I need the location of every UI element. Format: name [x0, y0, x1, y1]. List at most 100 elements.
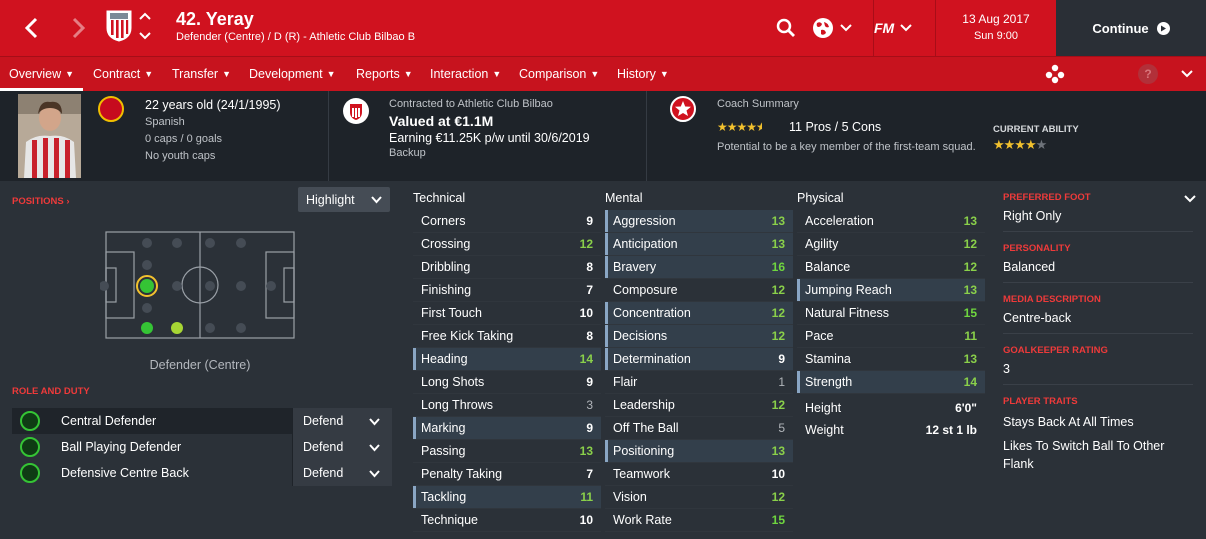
fm-logo: FM — [874, 20, 895, 36]
chevron-down-icon — [840, 24, 852, 32]
attribute-row[interactable]: Decisions 12 — [605, 325, 793, 348]
attribute-row[interactable]: Jumping Reach 13 — [797, 279, 985, 302]
attribute-row[interactable]: Technique 10 — [413, 509, 601, 532]
player-trait: Likes To Switch Ball To Other Flank — [1003, 439, 1165, 471]
role-row[interactable]: Ball Playing Defender Defend — [12, 434, 392, 460]
attribute-row[interactable]: Determination 9 — [605, 348, 793, 371]
attribute-name: Bravery — [613, 260, 657, 274]
attribute-row[interactable]: Teamwork 10 — [605, 463, 793, 486]
club-switch-arrows-icon[interactable] — [138, 12, 152, 40]
role-suitability-icon — [20, 411, 40, 431]
attribute-row[interactable]: Acceleration 13 — [797, 210, 985, 233]
attribute-row[interactable]: Marking 9 — [413, 417, 601, 440]
attribute-row[interactable]: Work Rate 15 — [605, 509, 793, 532]
attribute-row[interactable]: Penalty Taking 7 — [413, 463, 601, 486]
duty-dropdown[interactable]: Defend — [292, 434, 392, 460]
continue-button[interactable]: Continue — [1056, 0, 1206, 56]
attribute-value: 8 — [586, 260, 593, 274]
forward-arrow-icon[interactable] — [62, 8, 96, 48]
club-crest-icon[interactable] — [106, 10, 132, 42]
goalkeeper-rating-value: 3 — [1003, 362, 1010, 376]
attribute-name: Pace — [805, 329, 834, 343]
weight-label: Weight — [805, 423, 844, 437]
attribute-row[interactable]: Crossing 12 — [413, 233, 601, 256]
tab-label: Reports — [356, 67, 400, 81]
attribute-row[interactable]: Concentration 12 — [605, 302, 793, 325]
role-suitability-icon — [20, 463, 40, 483]
attribute-name: Strength — [805, 375, 853, 389]
attribute-row[interactable]: Leadership 12 — [605, 394, 793, 417]
attribute-row[interactable]: Dribbling 8 — [413, 256, 601, 279]
attribute-row[interactable]: Vision 12 — [605, 486, 793, 509]
tab-overview[interactable]: Overview ▼ — [0, 57, 84, 91]
attribute-row[interactable]: Flair 1 — [605, 371, 793, 394]
tab-contract[interactable]: Contract ▼ — [93, 57, 153, 91]
squad-status: Backup — [389, 147, 426, 159]
tab-transfer[interactable]: Transfer ▼ — [172, 57, 231, 91]
attribute-row[interactable]: Long Shots 9 — [413, 371, 601, 394]
attribute-row[interactable]: Aggression 13 — [605, 210, 793, 233]
fm-menu-button[interactable]: FM — [874, 12, 926, 44]
attribute-row[interactable]: Tackling 11 — [413, 486, 601, 509]
attribute-row[interactable]: Corners 9 — [413, 210, 601, 233]
player-nationality[interactable]: Spanish — [145, 116, 185, 128]
back-arrow-icon[interactable] — [14, 8, 48, 48]
tab-reports[interactable]: Reports ▼ — [356, 57, 413, 91]
attribute-row[interactable]: Stamina 13 — [797, 348, 985, 371]
attribute-value: 12 — [771, 329, 785, 343]
nationality-flag-icon — [98, 96, 124, 122]
chevron-down-icon: ▼ — [492, 69, 502, 79]
tab-comparison[interactable]: Comparison ▼ — [519, 57, 599, 91]
attribute-row[interactable]: Anticipation 13 — [605, 233, 793, 256]
attribute-row[interactable]: Free Kick Taking 8 — [413, 325, 601, 348]
player-traits-title: PLAYER TRAITS — [1003, 396, 1078, 407]
attribute-row[interactable]: Natural Fitness 15 — [797, 302, 985, 325]
highlight-dropdown[interactable]: Highlight — [298, 187, 390, 212]
attribute-row[interactable]: Strength 14 — [797, 371, 985, 394]
preferred-foot-block: PREFERRED FOOT Right Only — [1003, 192, 1193, 225]
attribute-value: 13 — [963, 352, 977, 366]
attribute-name: Agility — [805, 237, 839, 251]
tab-label: Overview — [9, 67, 62, 81]
attribute-row[interactable]: Composure 12 — [605, 279, 793, 302]
attribute-row[interactable]: Pace 11 — [797, 325, 985, 348]
coach-pros-cons[interactable]: 11 Pros / 5 Cons — [789, 120, 881, 134]
tab-label: Transfer — [172, 67, 219, 81]
help-icon[interactable]: ? — [1138, 64, 1158, 84]
tab-interaction[interactable]: Interaction ▼ — [430, 57, 501, 91]
attribute-row[interactable]: First Touch 10 — [413, 302, 601, 325]
attribute-row[interactable]: Heading 14 — [413, 348, 601, 371]
star-badge-icon — [670, 96, 696, 122]
divider — [1003, 333, 1193, 334]
search-icon[interactable] — [770, 12, 802, 44]
people-network-icon[interactable] — [1044, 64, 1066, 84]
chevron-down-icon[interactable] — [1180, 67, 1194, 81]
attribute-row[interactable]: Agility 12 — [797, 233, 985, 256]
positions-title[interactable]: POSITIONS › — [12, 196, 70, 207]
attribute-value: 12 — [963, 237, 977, 251]
player-traits-block: PLAYER TRAITS Stays Back At All Times Li… — [1003, 396, 1193, 473]
attribute-row[interactable]: Positioning 13 — [605, 440, 793, 463]
duty-dropdown[interactable]: Defend — [292, 408, 392, 434]
play-icon — [1156, 21, 1170, 35]
attribute-row[interactable]: Bravery 16 — [605, 256, 793, 279]
attribute-value: 9 — [586, 214, 593, 228]
date-display[interactable]: 13 Aug 2017 Sun 9:00 — [936, 0, 1056, 56]
attribute-row[interactable]: Balance 12 — [797, 256, 985, 279]
attribute-row[interactable]: Off The Ball 5 — [605, 417, 793, 440]
role-row[interactable]: Defensive Centre Back Defend — [12, 460, 392, 486]
tab-development[interactable]: Development ▼ — [249, 57, 336, 91]
duty-dropdown[interactable]: Defend — [292, 460, 392, 486]
role-row[interactable]: Central Defender Defend — [12, 408, 392, 434]
contract-label[interactable]: Contracted to Athletic Club Bilbao — [389, 98, 553, 110]
attribute-row[interactable]: Passing 13 — [413, 440, 601, 463]
chevron-down-icon — [369, 444, 380, 452]
attribute-row[interactable]: Long Throws 3 — [413, 394, 601, 417]
coach-note: Potential to be a key member of the firs… — [717, 141, 976, 153]
world-menu-button[interactable] — [812, 12, 864, 44]
tab-history[interactable]: History ▼ — [617, 57, 669, 91]
attribute-row[interactable]: Finishing 7 — [413, 279, 601, 302]
position-label: Defender (Centre) — [149, 358, 251, 372]
weight-value: 12 st 1 lb — [925, 423, 977, 437]
attribute-name: Determination — [613, 352, 691, 366]
